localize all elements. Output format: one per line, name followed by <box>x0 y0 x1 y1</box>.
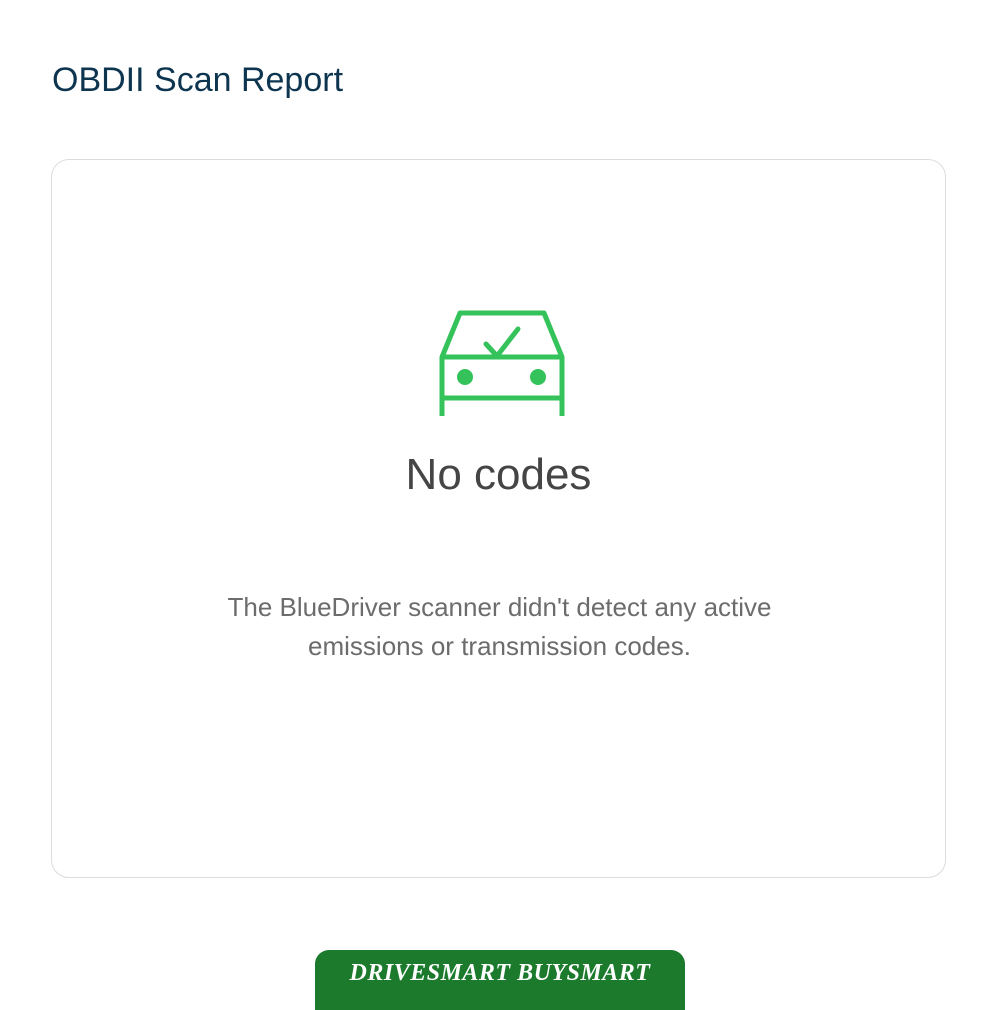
scan-report-card: No codes The BlueDriver scanner didn't d… <box>51 159 946 878</box>
status-message: The BlueDriver scanner didn't detect any… <box>227 592 772 661</box>
car-right-headlight <box>530 369 546 385</box>
brand-banner: DRIVESMART BUYSMART <box>315 950 685 1010</box>
page-title: OBDII Scan Report <box>52 61 344 99</box>
car-check-icon <box>439 310 565 416</box>
status-heading: No codes <box>405 450 592 499</box>
car-left-headlight <box>457 369 473 385</box>
checkmark-icon-stroke <box>483 326 521 359</box>
car-body-outline <box>439 310 565 416</box>
